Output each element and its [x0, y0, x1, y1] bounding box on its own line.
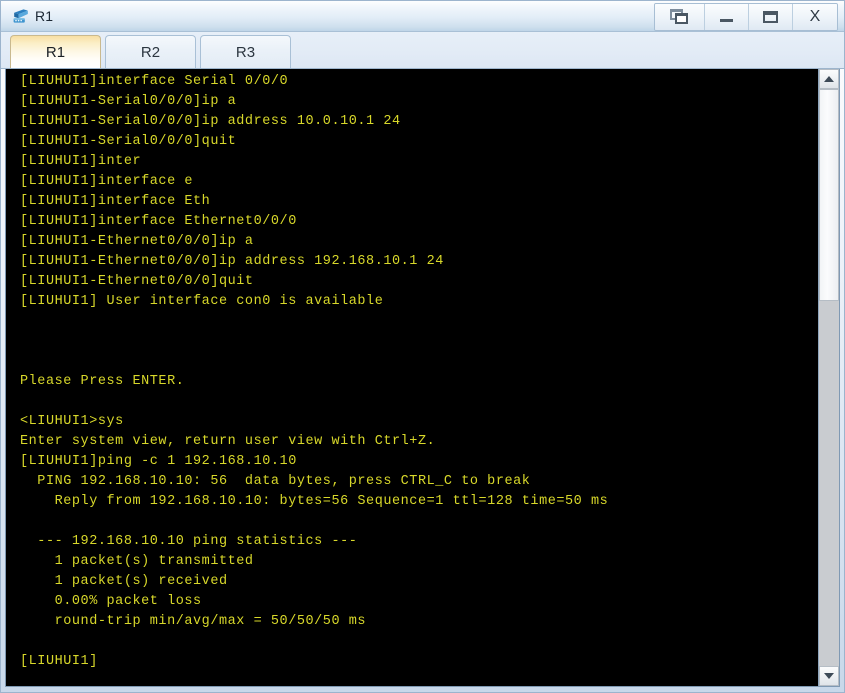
terminal-line: round-trip min/avg/max = 50/50/50 ms: [20, 614, 367, 629]
chevron-up-icon: [824, 76, 834, 82]
terminal-line: [LIUHUI1-Serial0/0/0]ip a: [20, 94, 237, 109]
tab-r1[interactable]: R1: [10, 35, 101, 68]
close-button[interactable]: X: [793, 4, 837, 30]
title-bar: R1 X: [1, 1, 844, 32]
terminal-line: [LIUHUI1-Ethernet0/0/0]ip a: [20, 234, 254, 249]
maximize-icon: [763, 11, 778, 23]
window-title: R1: [35, 7, 54, 24]
restore-button[interactable]: [655, 4, 705, 30]
scrollbar-track[interactable]: [819, 89, 839, 666]
minimize-button[interactable]: [705, 4, 749, 30]
vertical-scrollbar[interactable]: [818, 69, 839, 686]
terminal-line: PING 192.168.10.10: 56 data bytes, press…: [20, 474, 531, 489]
terminal-line: [LIUHUI1]inter: [20, 154, 142, 169]
terminal-line: [LIUHUI1] User interface con0 is availab…: [20, 294, 384, 309]
terminal-line: <LIUHUI1>sys: [20, 414, 124, 429]
terminal-line: Reply from 192.168.10.10: bytes=56 Seque…: [20, 494, 609, 509]
terminal-line: Please Press ENTER.: [20, 374, 185, 389]
terminal-output[interactable]: [LIUHUI1]interface Serial 0/0/0 [LIUHUI1-…: [6, 69, 818, 686]
terminal-line: 0.00% packet loss: [20, 594, 202, 609]
terminal-line: [LIUHUI1]interface Ethernet0/0/0: [20, 214, 297, 229]
terminal-line: [LIUHUI1]interface e: [20, 174, 194, 189]
terminal-line: [LIUHUI1]interface Eth: [20, 194, 211, 209]
terminal-line: Enter system view, return user view with…: [20, 434, 436, 449]
restore-icon: [669, 9, 690, 25]
router-icon: [13, 9, 28, 23]
terminal-line: [LIUHUI1-Ethernet0/0/0]ip address 192.16…: [20, 254, 444, 269]
scrollbar-thumb[interactable]: [819, 89, 839, 301]
maximize-button[interactable]: [749, 4, 793, 30]
terminal-line: 1 packet(s) received: [20, 574, 228, 589]
tab-r2-label: R2: [140, 43, 161, 61]
terminal-line: 1 packet(s) transmitted: [20, 554, 254, 569]
close-icon: X: [809, 8, 821, 25]
tab-bar: R1 R2 R3: [1, 32, 844, 69]
terminal-line: [LIUHUI1]interface Serial 0/0/0: [20, 74, 289, 89]
terminal-area: [LIUHUI1]interface Serial 0/0/0 [LIUHUI1-…: [5, 69, 840, 687]
minimize-icon: [720, 19, 733, 22]
terminal-window: R1 X R1 R2 R3 [LIUHUI1]interface Serial …: [0, 0, 845, 693]
terminal-line: [LIUHUI1]: [20, 654, 98, 669]
window-controls: X: [654, 3, 838, 31]
terminal-line: [LIUHUI1-Serial0/0/0]quit: [20, 134, 237, 149]
tab-r2[interactable]: R2: [105, 35, 196, 68]
chevron-down-icon: [824, 673, 834, 679]
scroll-up-button[interactable]: [819, 69, 839, 89]
terminal-line: [LIUHUI1-Serial0/0/0]ip address 10.0.10.…: [20, 114, 401, 129]
terminal-line: [LIUHUI1]ping -c 1 192.168.10.10: [20, 454, 297, 469]
terminal-line: --- 192.168.10.10 ping statistics ---: [20, 534, 358, 549]
tab-r3[interactable]: R3: [200, 35, 291, 68]
tab-r3-label: R3: [235, 43, 256, 61]
scroll-down-button[interactable]: [819, 666, 839, 686]
tab-r1-label: R1: [45, 43, 66, 61]
terminal-line: [LIUHUI1-Ethernet0/0/0]quit: [20, 274, 254, 289]
